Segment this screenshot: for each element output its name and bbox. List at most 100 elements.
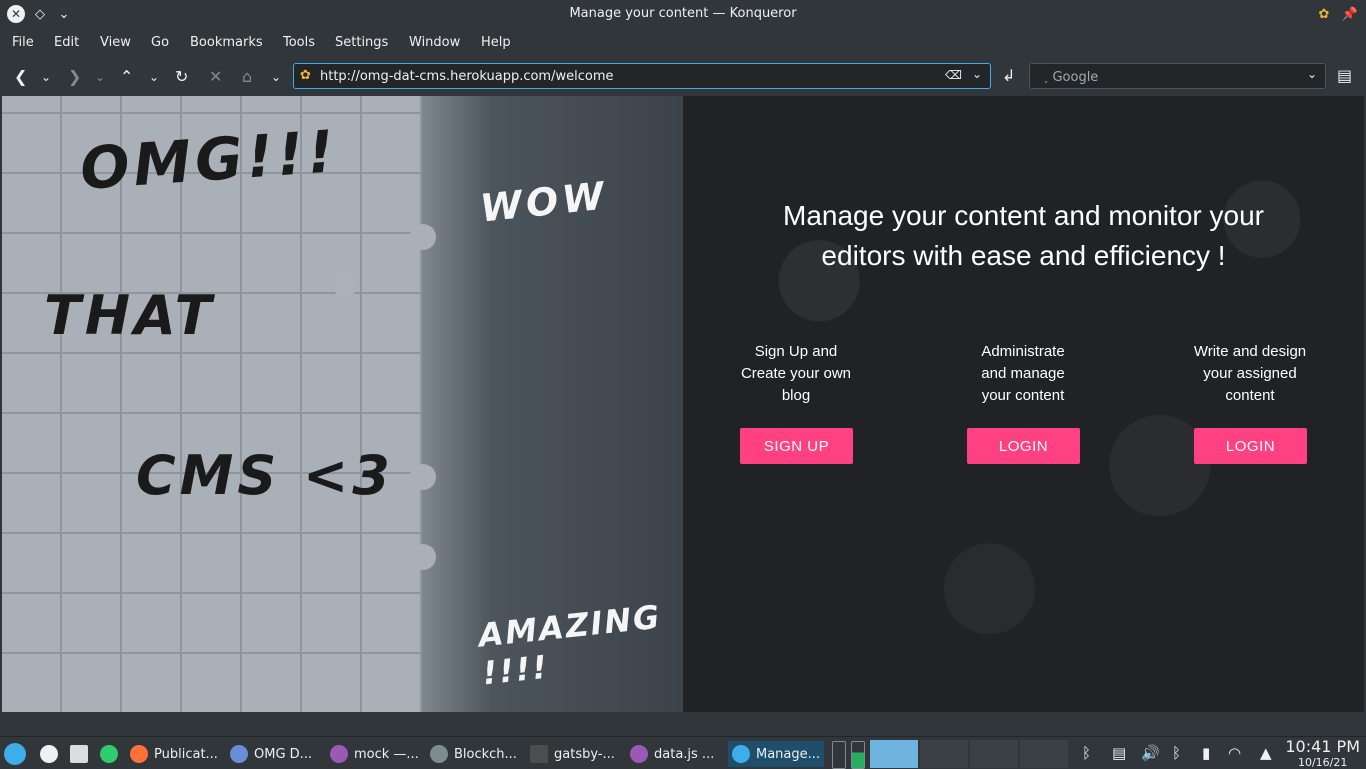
graffiti-amazing: AMAZING !!!! bbox=[476, 597, 664, 693]
pin-icon[interactable]: 📌 bbox=[1341, 5, 1359, 23]
editor-login-button[interactable]: LOGIN bbox=[1194, 428, 1307, 464]
admin-description: Administrate and manage your content bbox=[953, 341, 1093, 407]
memory-load-icon bbox=[851, 741, 865, 769]
forward-history-icon[interactable]: ⌄ bbox=[95, 70, 105, 84]
task-chromium[interactable]: OMG D... bbox=[230, 741, 312, 767]
taskbar: Publicat... OMG D... mock —... Blockch..… bbox=[0, 736, 1366, 769]
site-favicon-icon: ✿ bbox=[300, 68, 311, 83]
window-title: Manage your content — Konqueror bbox=[569, 6, 797, 21]
reload-icon[interactable]: ↻ bbox=[175, 67, 188, 86]
search-engine-dropdown-icon[interactable]: ⌄ bbox=[1307, 67, 1317, 81]
back-icon[interactable]: ❮ bbox=[14, 67, 27, 86]
menu-settings[interactable]: Settings bbox=[335, 35, 388, 50]
puzzle-knob bbox=[410, 544, 436, 570]
url-history-icon[interactable]: ⌄ bbox=[972, 67, 982, 81]
web-page: OMG!!! THAT CMS <3 WOW AMAZING !!!! Mana… bbox=[2, 96, 1364, 712]
clipboard-icon[interactable]: ▤ bbox=[1112, 744, 1126, 762]
description-line: content bbox=[1225, 387, 1275, 404]
description-line: and manage bbox=[981, 365, 1065, 382]
system-monitor-icon[interactable] bbox=[100, 745, 118, 763]
description-line: Sign Up and bbox=[754, 343, 838, 360]
task-firefox[interactable]: Publicat... bbox=[130, 741, 218, 767]
terminal-icon bbox=[530, 745, 548, 763]
task-label: gatsby-... bbox=[554, 746, 615, 762]
task-browser[interactable]: Blockch... bbox=[430, 741, 517, 767]
go-icon[interactable]: ↲ bbox=[1002, 66, 1015, 85]
headline-line-2: editors with ease and efficiency ! bbox=[821, 240, 1226, 271]
task-editor[interactable]: data.js ... bbox=[630, 741, 714, 767]
description-line: Write and design bbox=[1193, 343, 1307, 360]
signup-description: Sign Up and Create your own blog bbox=[726, 341, 866, 407]
home-menu-icon[interactable]: ⌄ bbox=[271, 70, 281, 84]
menu-help[interactable]: Help bbox=[481, 35, 511, 50]
chromium-icon bbox=[230, 745, 248, 763]
volume-icon[interactable]: 🔊 bbox=[1141, 744, 1160, 762]
document-icon[interactable]: ▤ bbox=[1337, 66, 1352, 85]
search-engine-label[interactable]: ˯ Google bbox=[1044, 69, 1098, 85]
page-headline: Manage your content and monitor your edi… bbox=[683, 196, 1364, 276]
back-history-icon[interactable]: ⌄ bbox=[41, 70, 51, 84]
menu-view[interactable]: View bbox=[100, 35, 131, 50]
desktop-pager-3[interactable] bbox=[970, 740, 1018, 768]
puzzle-knob bbox=[410, 224, 436, 250]
desktop-pager-2[interactable] bbox=[920, 740, 968, 768]
up-icon[interactable]: ⌃ bbox=[120, 67, 133, 86]
address-bar[interactable]: ✿ http://omg-dat-cms.herokuapp.com/welco… bbox=[293, 63, 991, 89]
headline-line-1: Manage your content and monitor your bbox=[783, 200, 1264, 231]
menu-window[interactable]: Window bbox=[409, 35, 460, 50]
stop-icon[interactable]: ✕ bbox=[209, 67, 222, 86]
hero-image: OMG!!! THAT CMS <3 WOW AMAZING !!!! bbox=[2, 96, 683, 712]
menu-bar: File Edit View Go Bookmarks Tools Settin… bbox=[0, 31, 1366, 55]
signup-button[interactable]: SIGN UP bbox=[740, 428, 853, 464]
menu-file[interactable]: File bbox=[12, 35, 34, 50]
description-line: Administrate bbox=[981, 343, 1065, 360]
bluetooth-status-icon[interactable]: ᛒ bbox=[1172, 744, 1181, 762]
home-icon[interactable]: ⌂ bbox=[242, 67, 252, 86]
graffiti-cms: CMS <3 bbox=[136, 444, 394, 507]
firefox-icon bbox=[130, 745, 148, 763]
folder-icon bbox=[330, 745, 348, 763]
puzzle-knob bbox=[410, 464, 436, 490]
menu-edit[interactable]: Edit bbox=[54, 35, 79, 50]
description-line: blog bbox=[781, 387, 811, 404]
title-bar: ✕ ◇ ⌄ Manage your content — Konqueror ✿ … bbox=[0, 0, 1366, 29]
description-line: your assigned bbox=[1203, 365, 1297, 382]
graffiti-wow: WOW bbox=[478, 173, 611, 231]
browser-icon bbox=[430, 745, 448, 763]
editor-description: Write and design your assigned content bbox=[1180, 341, 1320, 407]
menu-go[interactable]: Go bbox=[151, 35, 169, 50]
desktop-pager-4[interactable] bbox=[1020, 740, 1068, 768]
admin-login-button[interactable]: LOGIN bbox=[967, 428, 1080, 464]
tray-expand-icon[interactable]: ▲ bbox=[1260, 744, 1272, 762]
task-label: data.js ... bbox=[654, 746, 715, 762]
battery-icon[interactable]: ▮ bbox=[1202, 744, 1210, 762]
files-icon[interactable] bbox=[70, 745, 88, 763]
task-terminal[interactable]: gatsby-... bbox=[530, 741, 615, 767]
konqueror-icon bbox=[732, 745, 750, 763]
description-line: Create your own bbox=[740, 365, 852, 382]
search-bar[interactable]: ˯ Google ⌄ bbox=[1029, 63, 1326, 89]
wifi-icon[interactable]: ◠ bbox=[1228, 744, 1241, 762]
puzzle-knob bbox=[332, 271, 358, 297]
cpu-load-icon bbox=[832, 741, 846, 769]
puzzle-icon[interactable]: ✿ bbox=[1315, 5, 1333, 23]
url-text[interactable]: http://omg-dat-cms.herokuapp.com/welcome bbox=[320, 69, 613, 84]
forward-icon[interactable]: ❯ bbox=[68, 67, 81, 86]
task-label: mock —... bbox=[354, 746, 419, 762]
task-label: Manage... bbox=[756, 746, 821, 762]
clock-time: 10:41 PM bbox=[1285, 737, 1360, 756]
desktop-pager-1[interactable] bbox=[870, 740, 918, 768]
task-dolphin[interactable]: mock —... bbox=[330, 741, 419, 767]
menu-bookmarks[interactable]: Bookmarks bbox=[190, 35, 263, 50]
application-launcher-icon[interactable] bbox=[4, 743, 26, 765]
clear-url-icon[interactable]: ⌫ bbox=[945, 68, 962, 82]
menu-tools[interactable]: Tools bbox=[283, 35, 315, 50]
task-label: Publicat... bbox=[154, 746, 218, 762]
task-konqueror[interactable]: Manage... bbox=[728, 741, 825, 767]
bluetooth-icon[interactable]: ᛒ bbox=[1082, 744, 1091, 762]
description-line: your content bbox=[981, 387, 1065, 404]
settings-icon[interactable] bbox=[40, 745, 58, 763]
text-editor-icon bbox=[630, 745, 648, 763]
clock[interactable]: 10:41 PM 10/16/21 bbox=[1285, 737, 1360, 769]
up-history-icon[interactable]: ⌄ bbox=[149, 70, 159, 84]
